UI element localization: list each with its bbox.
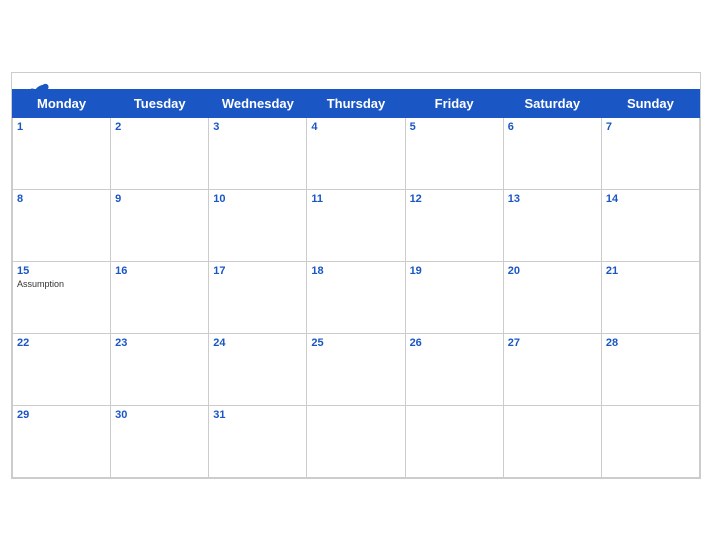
calendar-cell: 12 bbox=[405, 189, 503, 261]
day-number: 28 bbox=[606, 337, 695, 349]
calendar-cell: 24 bbox=[209, 333, 307, 405]
calendar-cell: 17 bbox=[209, 261, 307, 333]
day-number: 24 bbox=[213, 337, 302, 349]
weekday-header-wednesday: Wednesday bbox=[209, 89, 307, 117]
day-number: 18 bbox=[311, 265, 400, 277]
day-number: 14 bbox=[606, 193, 695, 205]
calendar-body: 123456789101112131415Assumption161718192… bbox=[13, 117, 700, 477]
day-number: 10 bbox=[213, 193, 302, 205]
calendar-grid: MondayTuesdayWednesdayThursdayFridaySatu… bbox=[12, 89, 700, 478]
calendar-cell bbox=[307, 405, 405, 477]
day-number: 9 bbox=[115, 193, 204, 205]
day-number: 19 bbox=[410, 265, 499, 277]
calendar-cell bbox=[601, 405, 699, 477]
day-number: 27 bbox=[508, 337, 597, 349]
day-number: 29 bbox=[17, 409, 106, 421]
day-number: 13 bbox=[508, 193, 597, 205]
weekday-header-thursday: Thursday bbox=[307, 89, 405, 117]
day-number: 15 bbox=[17, 265, 106, 277]
calendar-cell: 9 bbox=[111, 189, 209, 261]
day-number: 30 bbox=[115, 409, 204, 421]
calendar-header bbox=[12, 73, 700, 89]
day-number: 5 bbox=[410, 121, 499, 133]
calendar-cell bbox=[405, 405, 503, 477]
calendar-cell: 16 bbox=[111, 261, 209, 333]
calendar-cell: 20 bbox=[503, 261, 601, 333]
day-number: 6 bbox=[508, 121, 597, 133]
calendar-cell bbox=[503, 405, 601, 477]
calendar-cell: 30 bbox=[111, 405, 209, 477]
weekday-header-tuesday: Tuesday bbox=[111, 89, 209, 117]
week-row-1: 1234567 bbox=[13, 117, 700, 189]
day-number: 17 bbox=[213, 265, 302, 277]
day-number: 12 bbox=[410, 193, 499, 205]
calendar-cell: 19 bbox=[405, 261, 503, 333]
calendar-cell: 23 bbox=[111, 333, 209, 405]
calendar-cell: 14 bbox=[601, 189, 699, 261]
calendar-cell: 2 bbox=[111, 117, 209, 189]
week-row-4: 22 23 24 25 26 27 28 bbox=[13, 333, 700, 405]
calendar-cell: 6 bbox=[503, 117, 601, 189]
day-number: 3 bbox=[213, 121, 302, 133]
week-row-3: 15 Assumption 16 17 18 19 20 21 bbox=[13, 261, 700, 333]
calendar-cell: 22 bbox=[13, 333, 111, 405]
calendar-cell: 15 Assumption bbox=[13, 261, 111, 333]
day-number: 26 bbox=[410, 337, 499, 349]
day-number: 7 bbox=[606, 121, 695, 133]
calendar-weekdays-header: MondayTuesdayWednesdayThursdayFridaySatu… bbox=[13, 89, 700, 117]
calendar-cell: 3 bbox=[209, 117, 307, 189]
calendar-cell: 5 bbox=[405, 117, 503, 189]
calendar-cell: 11 bbox=[307, 189, 405, 261]
day-number: 25 bbox=[311, 337, 400, 349]
weekday-header-saturday: Saturday bbox=[503, 89, 601, 117]
calendar-cell: 25 bbox=[307, 333, 405, 405]
day-number: 16 bbox=[115, 265, 204, 277]
calendar-cell: 28 bbox=[601, 333, 699, 405]
weekday-header-sunday: Sunday bbox=[601, 89, 699, 117]
logo-bird-icon bbox=[28, 82, 50, 98]
calendar-cell: 8 bbox=[13, 189, 111, 261]
day-number: 8 bbox=[17, 193, 106, 205]
calendar-cell: 27 bbox=[503, 333, 601, 405]
day-number: 2 bbox=[115, 121, 204, 133]
day-number: 31 bbox=[213, 409, 302, 421]
holiday-label: Assumption bbox=[17, 279, 106, 289]
logo-area bbox=[28, 81, 54, 99]
weekday-row: MondayTuesdayWednesdayThursdayFridaySatu… bbox=[13, 89, 700, 117]
calendar-cell: 13 bbox=[503, 189, 601, 261]
calendar-cell: 26 bbox=[405, 333, 503, 405]
day-number: 20 bbox=[508, 265, 597, 277]
calendar-cell: 4 bbox=[307, 117, 405, 189]
calendar-cell: 21 bbox=[601, 261, 699, 333]
week-row-5: 29 30 31 bbox=[13, 405, 700, 477]
day-number: 21 bbox=[606, 265, 695, 277]
calendar-wrapper: MondayTuesdayWednesdayThursdayFridaySatu… bbox=[11, 72, 701, 479]
day-number: 11 bbox=[311, 193, 400, 205]
calendar-cell: 29 bbox=[13, 405, 111, 477]
day-number: 4 bbox=[311, 121, 400, 133]
day-number: 1 bbox=[17, 121, 106, 133]
calendar-cell: 18 bbox=[307, 261, 405, 333]
day-number: 23 bbox=[115, 337, 204, 349]
week-row-2: 89 10 11 12 13 14 bbox=[13, 189, 700, 261]
calendar-cell: 31 bbox=[209, 405, 307, 477]
calendar-cell: 7 bbox=[601, 117, 699, 189]
day-number: 22 bbox=[17, 337, 106, 349]
calendar-cell: 10 bbox=[209, 189, 307, 261]
calendar-cell: 1 bbox=[13, 117, 111, 189]
weekday-header-friday: Friday bbox=[405, 89, 503, 117]
